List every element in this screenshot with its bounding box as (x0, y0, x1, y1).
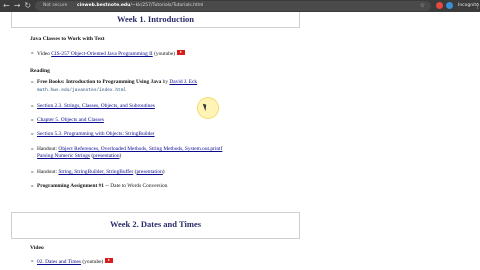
extension-icon-blue[interactable] (446, 2, 453, 9)
youtube-suffix: (youtube) (82, 258, 104, 265)
assignment-item: » Programming Assignment #1 -- Date to W… (31, 183, 168, 190)
address-bar[interactable]: Not secure cinweb.bestnote.edu/~kk/257/T… (35, 1, 431, 11)
free-books-title: Free Books: Introduction to Programming … (37, 79, 162, 85)
url-path: /~kk/257/Tutorials/Tutorials.html (130, 3, 204, 8)
section23-link[interactable]: Section 2.3. Strings, Classes, Objects, … (37, 103, 155, 109)
forward-icon[interactable]: → (14, 2, 21, 10)
handout1-line2: Parsing Numeric Strings (presentation) (37, 153, 122, 159)
week2-video-heading: Video (30, 245, 44, 251)
book-url-item: math.hws.edu/javanotes/index.html (37, 87, 126, 95)
video-prefix: Video (37, 50, 50, 57)
assignment-title: Programming Assignment #1 (37, 183, 104, 189)
dates-times-video-link[interactable]: 02. Dates and Times (37, 259, 81, 265)
browser-toolbar: ← → ↻ Not secure cinweb.bestnote.edu/~kk… (0, 0, 480, 12)
week2-title: Week 2. Dates and Times (109, 219, 202, 229)
handout2-prefix: Handout: (37, 169, 58, 175)
url-text[interactable]: cinweb.bestnote.edu/~kk/257/Tutorials/Tu… (77, 1, 203, 11)
video-link-cis257[interactable]: CIS-257 Object-Oriented Java Programming… (51, 51, 153, 57)
bullet-icon: » (31, 169, 34, 175)
week1-title: Week 1. Introduction (116, 14, 195, 24)
parsing-numeric-link[interactable]: Parsing Numeric Strings (37, 153, 90, 159)
youtube-icon[interactable] (105, 258, 114, 263)
by-text: by (162, 79, 169, 85)
bullet-icon: » (31, 146, 34, 152)
author-link[interactable]: David J. Eck (169, 79, 197, 85)
handout1-item: » Handout: Object References, Overloaded… (31, 146, 222, 153)
browser-menu-icon[interactable]: ⋮ (474, 0, 480, 12)
youtube-icon[interactable] (177, 50, 186, 55)
bullet-icon: » (31, 79, 34, 85)
bookmark-star-icon[interactable]: ☆ (420, 1, 425, 11)
back-icon[interactable]: ← (3, 2, 10, 10)
handout1-link[interactable]: Object References, Overloaded Methods, S… (58, 146, 222, 152)
handout2-item: » Handout: String, StringBuilder, String… (31, 169, 165, 175)
chapter5-item: » Chapter 5. Objects and Classes (31, 117, 104, 124)
chapter5-link[interactable]: Chapter 5. Objects and Classes (37, 117, 104, 123)
url-domain: cinweb.bestnote.edu (77, 3, 131, 8)
reading-heading: Reading (30, 68, 50, 74)
bullet-icon: » (31, 103, 34, 109)
week1-video-item: » Video CIS-257 Object-Oriented Java Pro… (31, 50, 186, 57)
not-secure-label[interactable]: Not secure (43, 1, 67, 11)
reload-icon[interactable]: ↻ (24, 2, 31, 10)
section53-link[interactable]: Section 5.3. Programming with Objects: S… (37, 131, 155, 137)
java-classes-heading: Java Classes to Work with Text (30, 36, 105, 42)
assignment-description: -- Date to Words Conversion (105, 183, 168, 189)
cursor-highlight (197, 97, 219, 119)
bullet-icon: » (31, 258, 34, 264)
section23-item: » Section 2.3. Strings, Classes, Objects… (31, 103, 155, 110)
bullet-icon: » (31, 183, 34, 189)
bullet-icon: » (31, 117, 34, 123)
handout2-presentation-link[interactable]: presentation (136, 169, 162, 175)
free-books-item: » Free Books: Introduction to Programmin… (31, 79, 197, 86)
extension-icons (436, 2, 453, 9)
handout1-presentation-link[interactable]: presentation (93, 153, 119, 159)
section53-item: » Section 5.3. Programming with Objects:… (31, 131, 155, 138)
youtube-suffix: (youtube) (154, 50, 176, 57)
bullet-icon: » (31, 131, 34, 137)
nav-buttons: ← → ↻ (3, 2, 31, 10)
bullet-icon: » (31, 50, 34, 56)
extension-icon-red[interactable] (436, 2, 443, 9)
handout2-link[interactable]: String, StringBuilder, StringBuffer (58, 169, 133, 175)
week2-video-item: » 02. Dates and Times (youtube) (31, 258, 114, 265)
handout1-prefix: Handout: (37, 146, 58, 152)
book-url[interactable]: math.hws.edu/javanotes/index.html (37, 88, 126, 93)
